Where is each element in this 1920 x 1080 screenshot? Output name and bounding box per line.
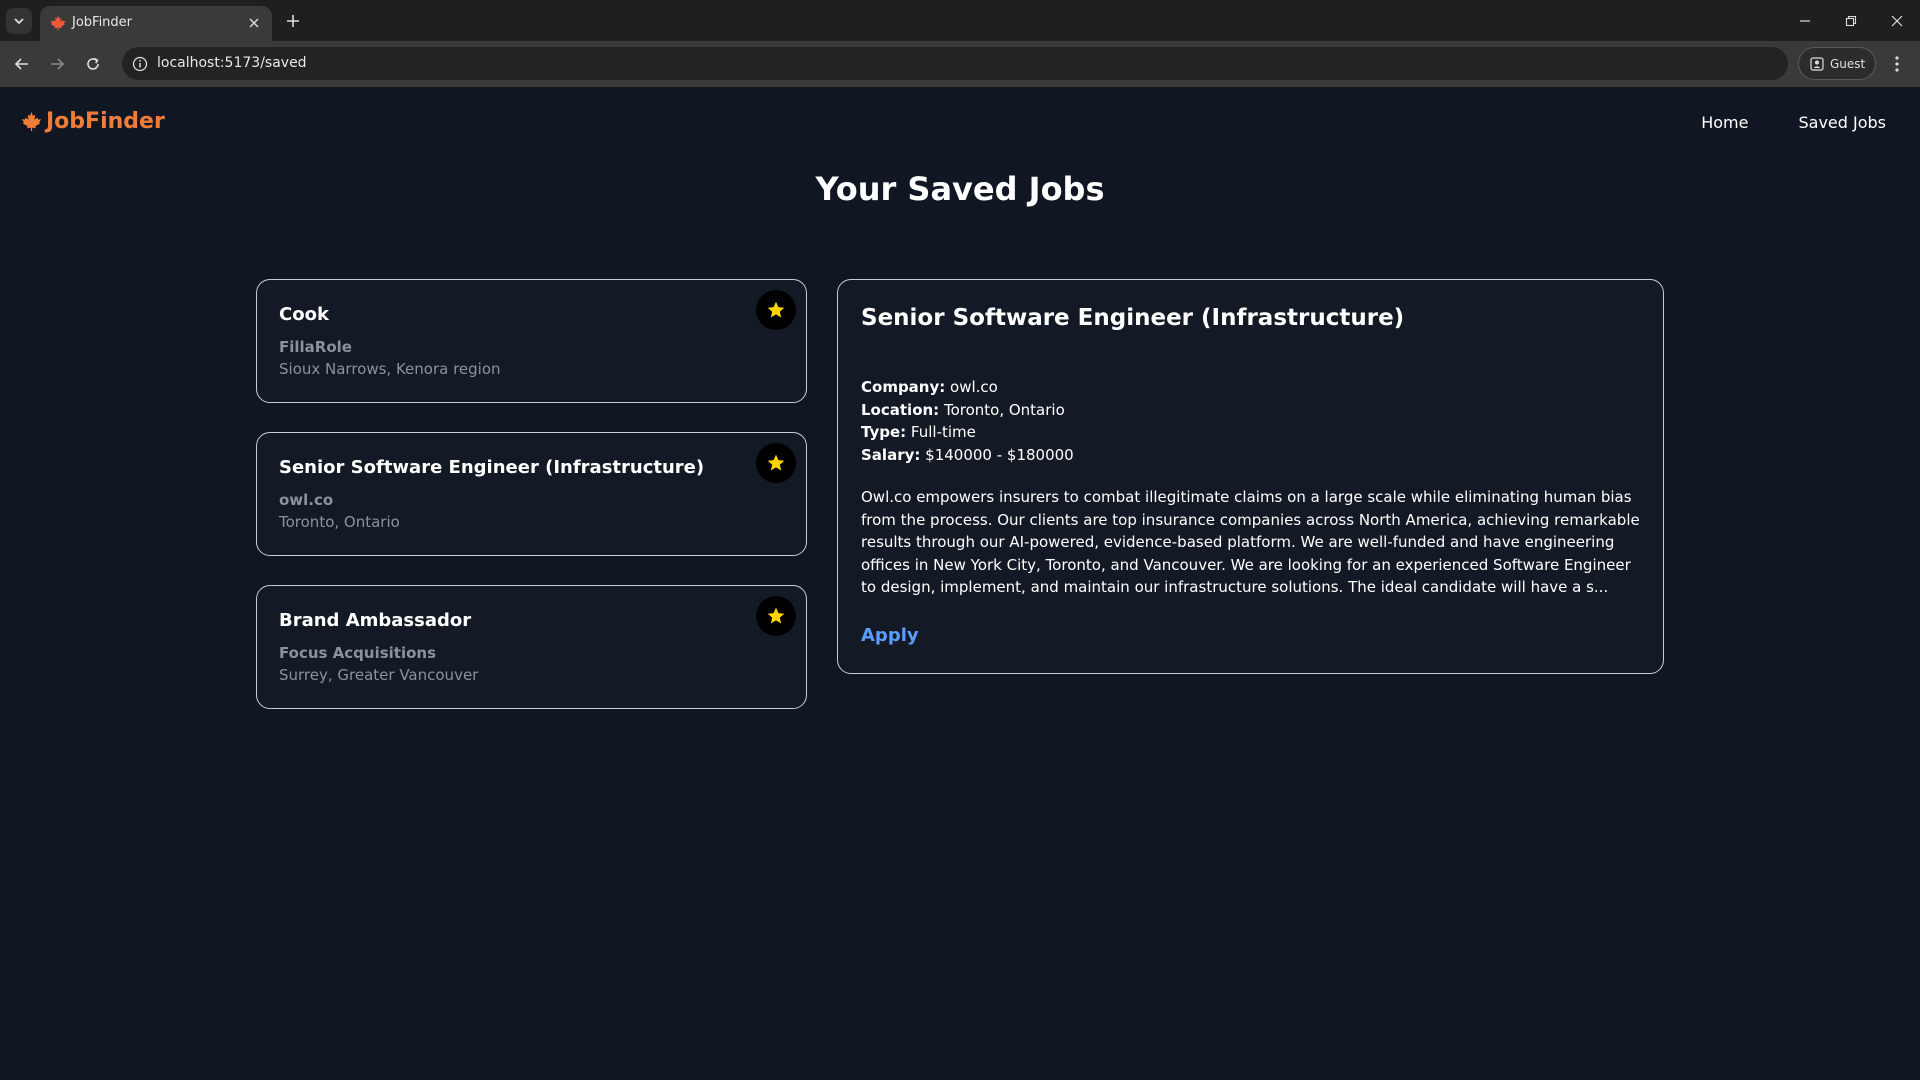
close-icon: [249, 18, 259, 28]
minimize-button[interactable]: [1782, 0, 1828, 41]
unsave-job-button[interactable]: [756, 443, 796, 483]
detail-job-title: Senior Software Engineer (Infrastructure…: [861, 305, 1405, 331]
unsave-job-button[interactable]: [756, 596, 796, 636]
detail-salary: Salary: $140000 - $180000: [861, 446, 1074, 464]
job-title: Cook: [279, 304, 329, 325]
nav-home-link[interactable]: Home: [1701, 113, 1748, 132]
browser-tab[interactable]: JobFinder: [40, 6, 272, 41]
detail-company: Company: owl.co: [861, 378, 998, 396]
close-icon: [1891, 15, 1903, 26]
job-location: Toronto, Ontario: [279, 513, 400, 531]
maple-leaf-icon: [21, 111, 42, 132]
more-vertical-icon: [1895, 56, 1899, 72]
company-label: Company:: [861, 378, 946, 396]
profile-button[interactable]: Guest: [1798, 47, 1876, 80]
nav-saved-jobs-link[interactable]: Saved Jobs: [1798, 113, 1886, 132]
browser-toolbar: localhost:5173/saved Guest: [0, 41, 1920, 87]
saved-job-card[interactable]: Cook FillaRole Sioux Narrows, Kenora reg…: [256, 279, 807, 403]
apply-link[interactable]: Apply: [861, 625, 919, 646]
brand-name: JobFinder: [46, 109, 165, 134]
tab-search-button[interactable]: [6, 8, 32, 34]
type-value: Full-time: [910, 423, 976, 441]
star-icon: [767, 607, 785, 624]
job-title: Brand Ambassador: [279, 610, 472, 631]
tab-close-button[interactable]: [244, 13, 264, 33]
arrow-right-icon: [51, 58, 65, 70]
profile-label: Guest: [1830, 56, 1866, 71]
new-tab-button[interactable]: [282, 10, 304, 32]
location-label: Location:: [861, 401, 940, 419]
saved-job-card[interactable]: Brand Ambassador Focus Acquisitions Surr…: [256, 585, 807, 709]
brand-logo-link[interactable]: JobFinder: [20, 109, 165, 134]
job-company: Focus Acquisitions: [279, 644, 437, 662]
chevron-down-icon: [14, 18, 24, 25]
star-icon: [767, 301, 785, 318]
address-bar[interactable]: localhost:5173/saved: [122, 47, 1788, 80]
saved-job-card[interactable]: Senior Software Engineer (Infrastructure…: [256, 432, 807, 556]
type-label: Type:: [861, 423, 907, 441]
job-detail-panel: Senior Software Engineer (Infrastructure…: [837, 279, 1664, 674]
job-location: Surrey, Greater Vancouver: [279, 666, 479, 684]
restore-icon: [1845, 15, 1857, 26]
back-button[interactable]: [10, 52, 34, 76]
job-title: Senior Software Engineer (Infrastructure…: [279, 457, 705, 478]
restore-button[interactable]: [1828, 0, 1874, 41]
maple-leaf-icon: [50, 15, 66, 31]
detail-location: Location: Toronto, Ontario: [861, 401, 1065, 419]
job-company: owl.co: [279, 491, 334, 509]
top-navigation: Home Saved Jobs: [1701, 113, 1886, 132]
location-value: Toronto, Ontario: [943, 401, 1065, 419]
page-title: Your Saved Jobs: [815, 170, 1105, 208]
page: JobFinder Home Saved Jobs Your Saved Job…: [0, 87, 1920, 1080]
browser-tab-strip: JobFinder: [0, 0, 1920, 41]
job-company: FillaRole: [279, 338, 352, 356]
salary-value: $140000 - $180000: [925, 446, 1074, 464]
company-value: owl.co: [950, 378, 998, 396]
minimize-icon: [1800, 19, 1810, 22]
person-icon: [1810, 56, 1824, 71]
close-window-button[interactable]: [1874, 0, 1920, 41]
salary-label: Salary:: [861, 446, 921, 464]
job-location: Sioux Narrows, Kenora region: [279, 360, 501, 378]
tab-title: JobFinder: [72, 15, 133, 30]
url-text: localhost:5173/saved: [157, 55, 307, 71]
forward-button[interactable]: [45, 52, 69, 76]
site-info-icon[interactable]: [130, 54, 150, 74]
star-icon: [767, 454, 785, 471]
job-description: Owl.co empowers insurers to combat illeg…: [861, 488, 1640, 596]
browser-menu-button[interactable]: [1886, 53, 1908, 75]
plus-icon: [287, 15, 299, 27]
reload-icon: [87, 57, 99, 70]
reload-button[interactable]: [81, 52, 105, 76]
arrow-left-icon: [14, 58, 28, 70]
unsave-job-button[interactable]: [756, 290, 796, 330]
detail-type: Type: Full-time: [861, 423, 976, 441]
